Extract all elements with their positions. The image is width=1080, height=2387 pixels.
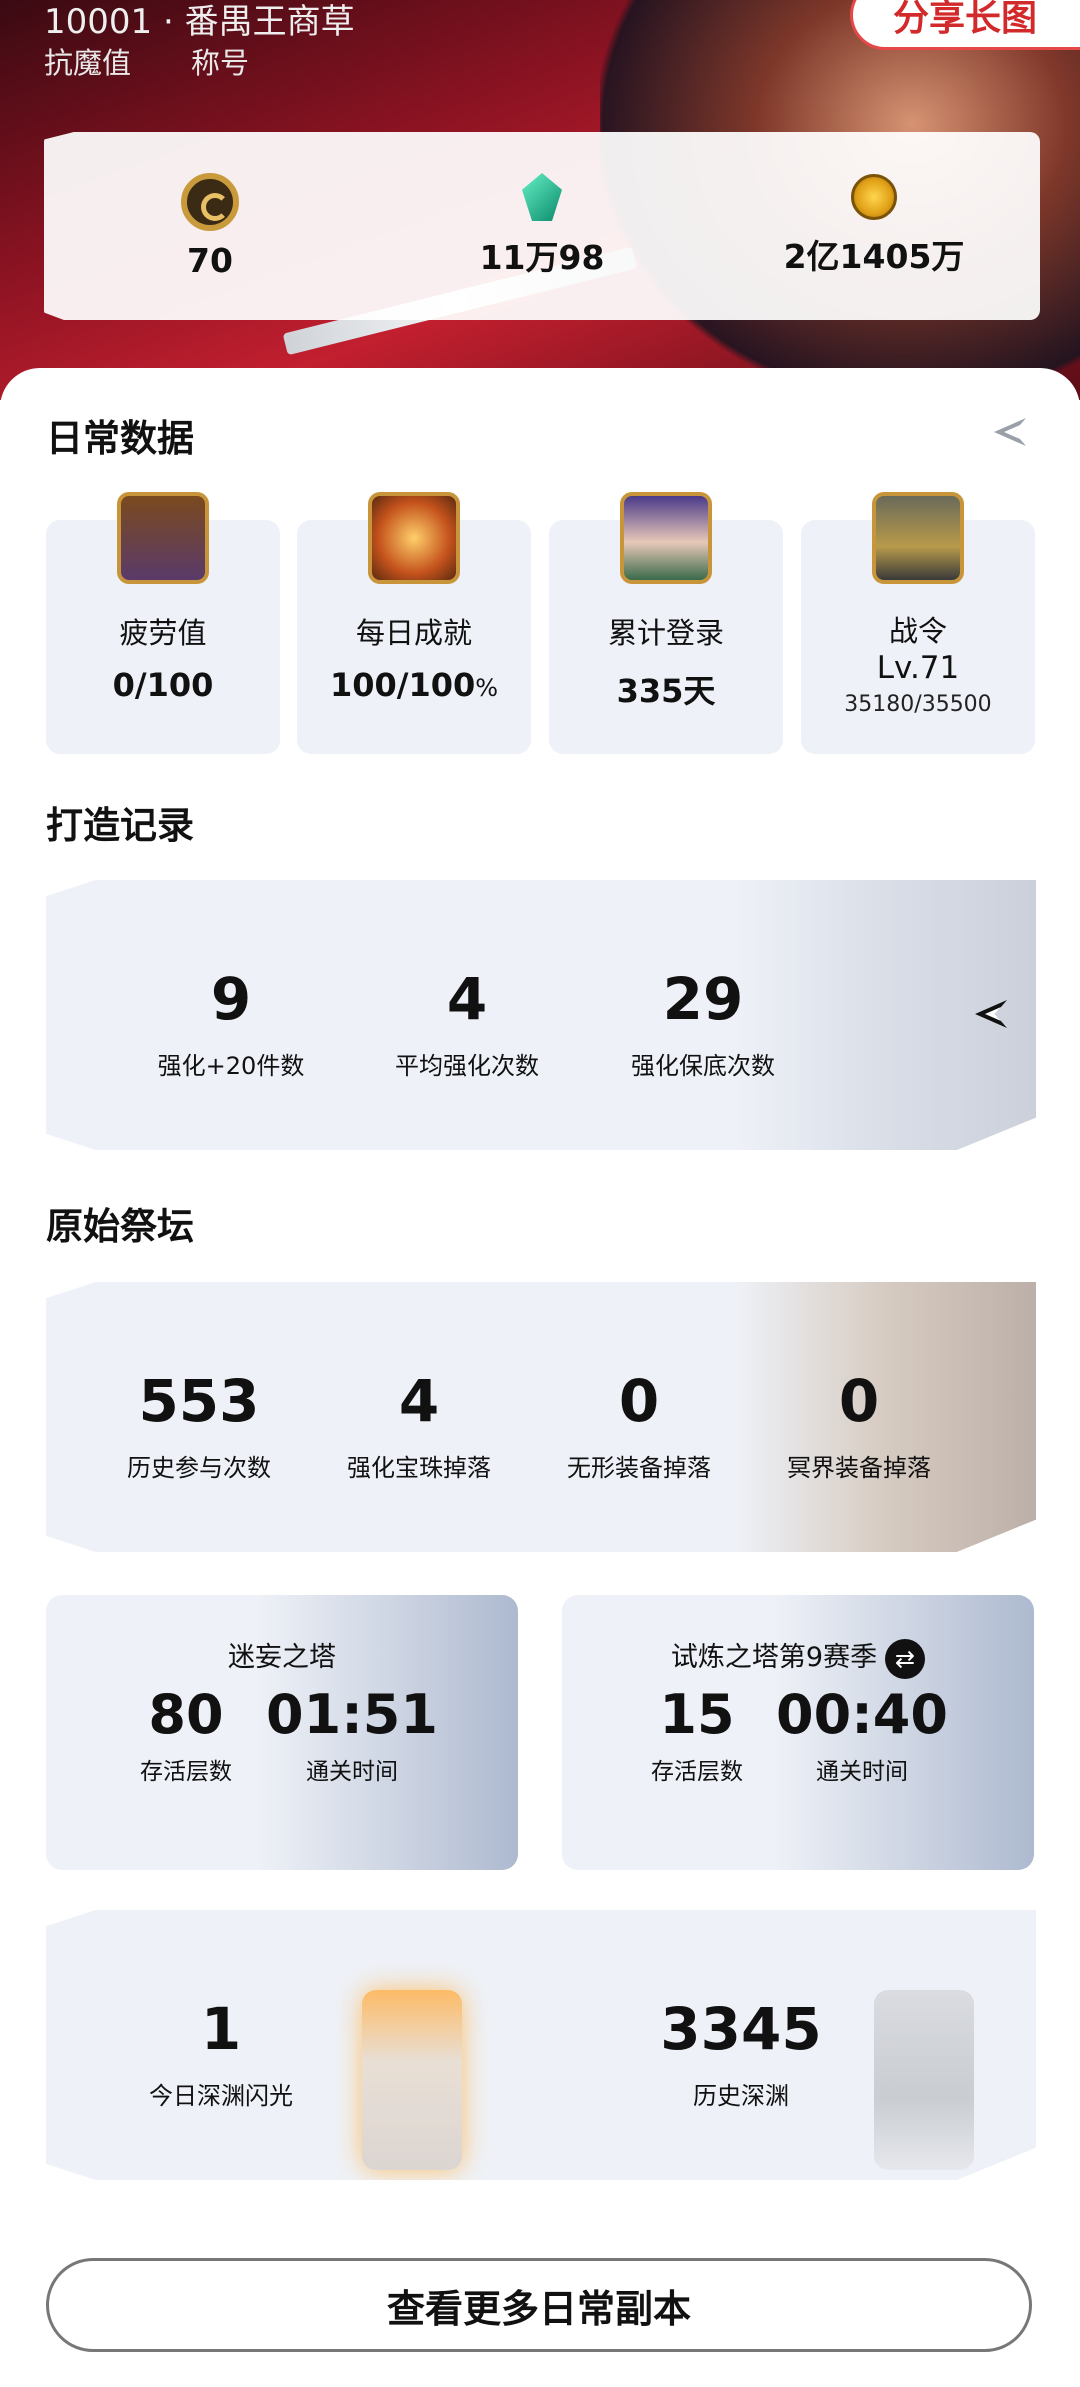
resource-c-coin: 70 xyxy=(60,172,360,280)
altar-panel: 553 历史参与次数 4 强化宝珠掉落 0 无形装备掉落 0 冥界装备掉落 xyxy=(46,1282,1036,1552)
abyss-history-stat: 3345 历史深渊 xyxy=(660,1995,822,2110)
tower-card-illusion[interactable]: 迷妄之塔 80 存活层数 01:51 通关时间 xyxy=(46,1595,518,1870)
daily-label: 疲劳值 xyxy=(119,616,207,650)
resource-gem: 11万98 xyxy=(392,173,692,279)
altar-stat: 0 无形装备掉落 xyxy=(567,1367,711,1482)
daily-value: 0/100 xyxy=(112,666,214,704)
forge-section-title: 打造记录 xyxy=(46,804,194,847)
altar-section-title: 原始祭坛 xyxy=(46,1205,194,1248)
daily-value: Lv.71 xyxy=(876,650,960,686)
tower-floors: 15 存活层数 xyxy=(651,1683,743,1786)
tower-time: 01:51 通关时间 xyxy=(266,1683,438,1786)
daily-more-arrow-icon[interactable] xyxy=(990,412,1030,452)
c-coin-icon xyxy=(181,172,239,231)
header-banner: 10001 · 番禺王商草 抗魔值 称号 分享长图 70 11万98 2亿140… xyxy=(0,0,1080,400)
battle-pass-icon xyxy=(872,492,964,584)
resource-gold: 2亿1405万 xyxy=(724,174,1024,278)
tower-card-trial[interactable]: 试炼之塔第9赛季 ⇄ 15 存活层数 00:40 通关时间 xyxy=(562,1595,1034,1870)
abyss-panel: 1 今日深渊闪光 3345 历史深渊 xyxy=(46,1910,1036,2180)
daily-label: 累计登录 xyxy=(607,616,724,650)
daily-achievement-icon xyxy=(368,492,460,584)
forge-stat: 4 平均强化次数 xyxy=(395,965,539,1080)
view-more-dungeons-button[interactable]: 查看更多日常副本 xyxy=(46,2258,1032,2352)
altar-stat: 4 强化宝珠掉落 xyxy=(347,1367,491,1482)
altar-stat: 0 冥界装备掉落 xyxy=(787,1367,931,1482)
daily-label: 战令 xyxy=(888,614,947,648)
forge-stat: 29 强化保底次数 xyxy=(631,965,775,1080)
altar-stat: 553 历史参与次数 xyxy=(127,1367,271,1482)
tab-titles[interactable]: 称号 xyxy=(191,40,249,82)
swap-icon[interactable]: ⇄ xyxy=(885,1638,926,1679)
forge-stat: 9 强化+20件数 xyxy=(157,965,305,1080)
tower-title: 试炼之塔第9赛季 ⇄ xyxy=(562,1635,1034,1679)
share-long-image-button[interactable]: 分享长图 xyxy=(850,0,1080,50)
character-title: 10001 · 番禺王商草 xyxy=(44,2,355,42)
daily-sub: 35180/35500 xyxy=(844,692,992,717)
fatigue-potion-icon xyxy=(117,492,209,584)
daily-label: 每日成就 xyxy=(355,616,472,650)
header-tabs: 10001 · 番禺王商草 抗魔值 称号 xyxy=(44,2,355,82)
abyss-glow-pillar-icon xyxy=(362,1990,462,2170)
abyss-pillar-icon xyxy=(874,1990,974,2170)
abyss-today-stat: 1 今日深渊闪光 xyxy=(149,1995,293,2110)
forge-more-arrow-icon[interactable] xyxy=(971,994,1011,1034)
resource-value: 2亿1405万 xyxy=(783,237,965,276)
tower-floors: 80 存活层数 xyxy=(140,1683,232,1786)
resource-value: 70 xyxy=(187,240,233,280)
resource-card: 70 11万98 2亿1405万 xyxy=(44,132,1040,320)
tab-anti-magic[interactable]: 抗魔值 xyxy=(44,40,131,82)
gem-icon xyxy=(522,173,562,221)
daily-value: 100/100% xyxy=(329,666,499,704)
gold-coin-icon xyxy=(851,174,897,220)
daily-value: 335天 xyxy=(616,672,716,710)
daily-section-title: 日常数据 xyxy=(46,417,194,460)
tower-time: 00:40 通关时间 xyxy=(776,1683,948,1786)
login-avatar-icon xyxy=(620,492,712,584)
forge-panel[interactable]: 9 强化+20件数 4 平均强化次数 29 强化保底次数 xyxy=(46,880,1036,1150)
resource-value: 11万98 xyxy=(479,238,605,277)
tower-title: 迷妄之塔 xyxy=(228,1642,336,1673)
